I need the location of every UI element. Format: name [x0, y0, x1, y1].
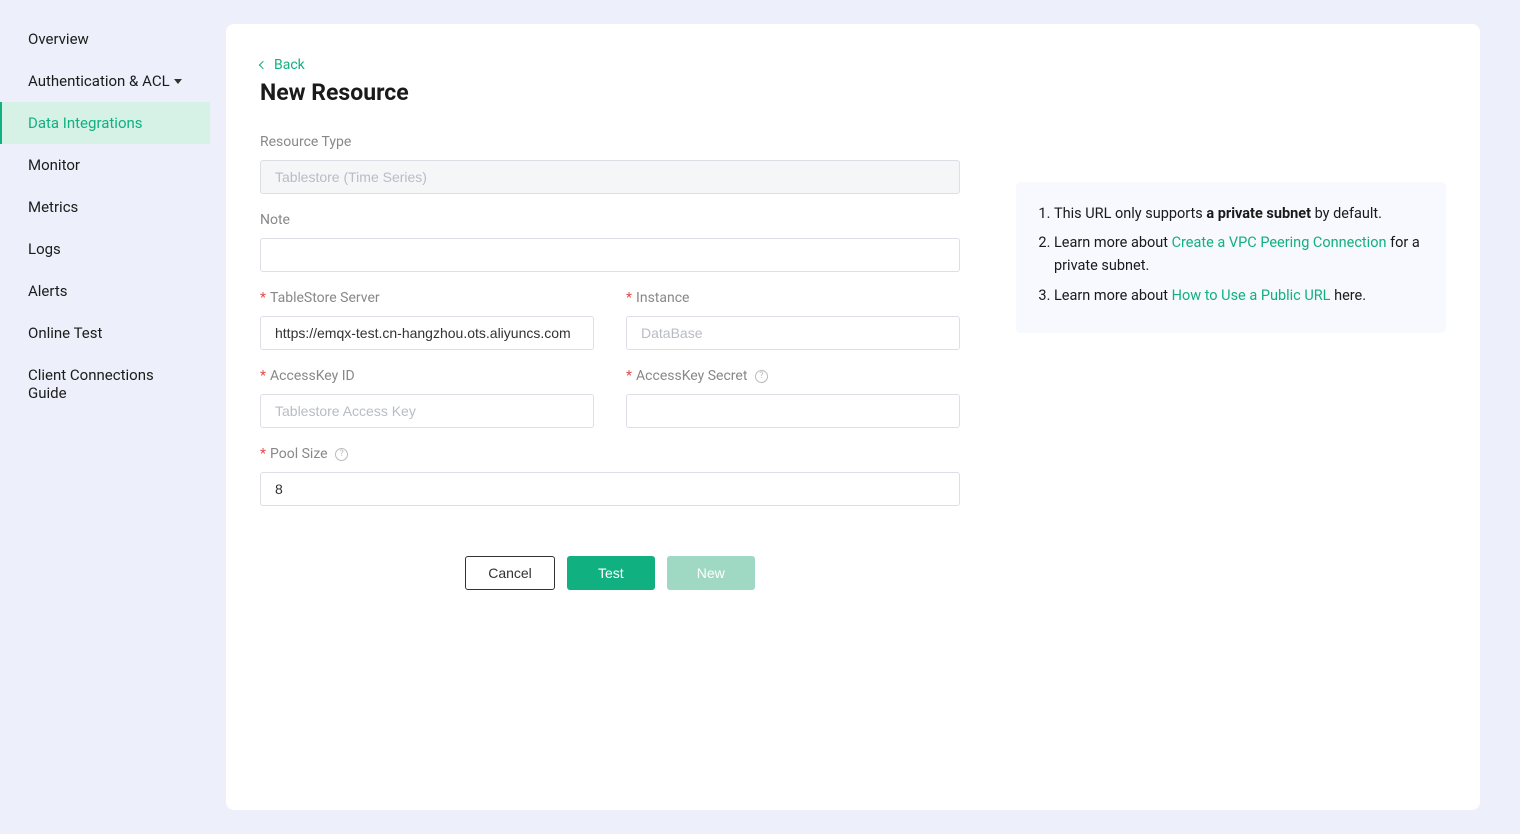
required-marker: *: [260, 290, 266, 306]
test-button[interactable]: Test: [567, 556, 655, 590]
sidebar-item-data-integrations[interactable]: Data Integrations: [0, 102, 210, 144]
note-label: Note: [260, 212, 960, 228]
sidebar-item-online-test[interactable]: Online Test: [0, 312, 210, 354]
sidebar-item-label: Overview: [28, 30, 89, 48]
sidebar-item-monitor[interactable]: Monitor: [0, 144, 210, 186]
sidebar-item-overview[interactable]: Overview: [0, 18, 210, 60]
instance-input[interactable]: [626, 316, 960, 350]
access-key-id-label: *AccessKey ID: [260, 368, 594, 384]
main-content: Back New Resource Resource Type Note: [210, 0, 1520, 834]
pool-size-input[interactable]: [260, 472, 960, 506]
sidebar: Overview Authentication & ACL Data Integ…: [0, 0, 210, 834]
back-link[interactable]: Back: [260, 57, 305, 73]
content-card: Back New Resource Resource Type Note: [226, 24, 1480, 810]
pool-size-label: *Pool Size ?: [260, 446, 960, 462]
info-line-2: Learn more about Create a VPC Peering Co…: [1054, 231, 1426, 277]
vpc-peering-link[interactable]: Create a VPC Peering Connection: [1172, 234, 1387, 251]
chevron-left-icon: [259, 61, 267, 69]
app-root: Overview Authentication & ACL Data Integ…: [0, 0, 1520, 834]
instance-label: *Instance: [626, 290, 960, 306]
sidebar-item-alerts[interactable]: Alerts: [0, 270, 210, 312]
public-url-link[interactable]: How to Use a Public URL: [1172, 287, 1331, 304]
cancel-button[interactable]: Cancel: [465, 556, 555, 590]
help-icon[interactable]: ?: [755, 370, 768, 383]
resource-type-label: Resource Type: [260, 134, 960, 150]
sidebar-item-label: Data Integrations: [28, 114, 143, 132]
info-panel: This URL only supports a private subnet …: [1016, 182, 1446, 333]
sidebar-item-label: Alerts: [28, 282, 68, 300]
sidebar-item-metrics[interactable]: Metrics: [0, 186, 210, 228]
info-line-1: This URL only supports a private subnet …: [1054, 202, 1426, 225]
sidebar-item-logs[interactable]: Logs: [0, 228, 210, 270]
sidebar-item-label: Online Test: [28, 324, 102, 342]
required-marker: *: [626, 290, 632, 306]
chevron-down-icon: [174, 79, 182, 84]
help-icon[interactable]: ?: [335, 448, 348, 461]
sidebar-item-label: Authentication & ACL: [28, 72, 170, 90]
new-button: New: [667, 556, 755, 590]
access-key-secret-input[interactable]: [626, 394, 960, 428]
required-marker: *: [626, 368, 632, 384]
server-input[interactable]: [260, 316, 594, 350]
server-label: *TableStore Server: [260, 290, 594, 306]
required-marker: *: [260, 446, 266, 462]
sidebar-item-label: Client Connections Guide: [28, 366, 182, 402]
resource-type-input: [260, 160, 960, 194]
button-row: Cancel Test New: [260, 556, 960, 590]
access-key-secret-label: *AccessKey Secret ?: [626, 368, 960, 384]
page-title: New Resource: [260, 79, 960, 106]
sidebar-item-label: Metrics: [28, 198, 78, 216]
access-key-id-input[interactable]: [260, 394, 594, 428]
form-area: Back New Resource Resource Type Note: [260, 56, 960, 778]
sidebar-item-label: Logs: [28, 240, 61, 258]
sidebar-item-auth-acl[interactable]: Authentication & ACL: [0, 60, 210, 102]
sidebar-item-label: Monitor: [28, 156, 80, 174]
sidebar-item-client-connections-guide[interactable]: Client Connections Guide: [0, 354, 210, 414]
info-line-3: Learn more about How to Use a Public URL…: [1054, 284, 1426, 307]
required-marker: *: [260, 368, 266, 384]
back-label: Back: [274, 57, 305, 73]
note-input[interactable]: [260, 238, 960, 272]
